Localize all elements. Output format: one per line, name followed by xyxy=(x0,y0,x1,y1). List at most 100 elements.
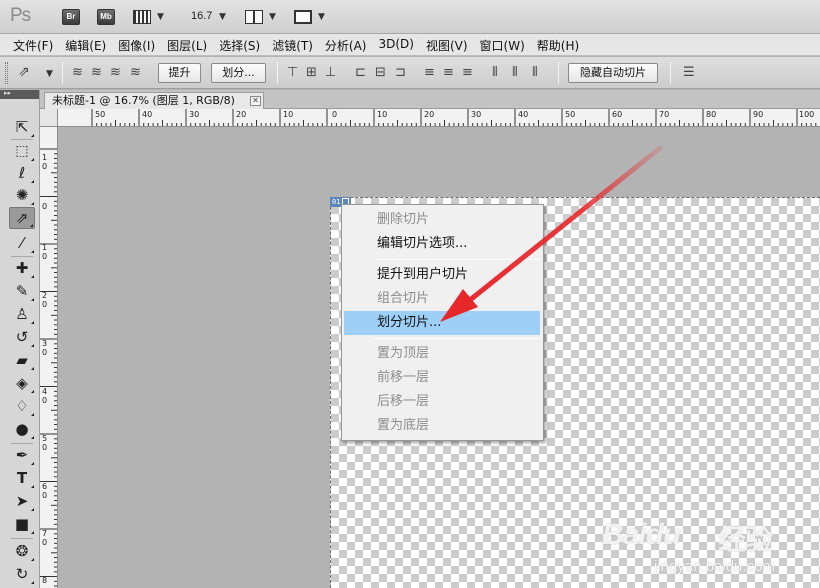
marquee-tool-icon[interactable]: ⬚ xyxy=(9,140,35,162)
align-top-icon[interactable]: ⊤ xyxy=(287,65,298,80)
menu-bring-forward[interactable]: 前移一层 xyxy=(342,366,543,390)
align-hcenter-icon[interactable]: ⊟ xyxy=(375,65,386,80)
distribute-vcenter-icon[interactable]: ≡ xyxy=(443,65,454,80)
menu-send-backward[interactable]: 后移一层 xyxy=(342,390,543,414)
tool-preset-dropdown-icon[interactable]: ▼ xyxy=(46,69,53,79)
menu-bring-to-front[interactable]: 置为顶层 xyxy=(342,342,543,366)
menu-divide-slice[interactable]: 划分切片... xyxy=(344,311,540,335)
slice-select-tool-icon[interactable]: ⇗ xyxy=(9,207,35,229)
bring-forward-icon[interactable]: ≋ xyxy=(91,65,102,80)
zoom-dropdown-icon[interactable]: ▼ xyxy=(219,12,226,22)
menu-file[interactable]: 文件(F) xyxy=(7,34,59,55)
align-left-icon[interactable]: ⊏ xyxy=(355,65,366,80)
horizontal-ruler[interactable]: 50 40 30 20 10 0 10 20 30 40 50 60 70 80… xyxy=(58,109,820,127)
align-right-icon[interactable]: ⊐ xyxy=(395,65,406,80)
3d-rotate-tool-icon[interactable]: ❂ xyxy=(9,540,35,562)
ruler-label: 10 xyxy=(377,110,388,119)
ruler-label: 1 0 xyxy=(42,153,48,171)
menu-edit-slice-options[interactable]: 编辑切片选项... xyxy=(342,232,543,256)
options-bar-grip[interactable] xyxy=(5,62,8,84)
pen-tool-icon[interactable]: ✒ xyxy=(9,444,35,466)
distribute-hcenter-icon[interactable]: ⦀ xyxy=(512,65,518,80)
quick-selection-tool-icon[interactable]: ✺ xyxy=(9,184,35,206)
menu-help[interactable]: 帮助(H) xyxy=(531,34,585,55)
send-backward-icon[interactable]: ≋ xyxy=(110,65,121,80)
slice-select-tool-icon[interactable]: ⇗ xyxy=(18,64,30,80)
slice-options-icon[interactable]: ☰ xyxy=(683,65,695,80)
divider xyxy=(62,62,63,84)
eyedropper-tool-icon[interactable]: ⁄ xyxy=(9,232,35,254)
toolbox: ▸▸ ⇱ ⬚ ℓ ✺ ⇗ ⁄ ✚ ✎ ♙ ↺ ▰ ◈ ♢ ● ✒ T ➤ ■ ❂… xyxy=(0,89,40,588)
menu-window[interactable]: 窗口(W) xyxy=(474,34,531,55)
mini-bridge-button[interactable]: Mb xyxy=(97,9,115,25)
menu-select[interactable]: 选择(S) xyxy=(213,34,266,55)
paint-bucket-tool-icon[interactable]: ◈ xyxy=(9,372,35,394)
watermark-url: jingyan.baidu.com xyxy=(654,558,775,575)
screen-mode-dropdown-icon[interactable]: ▼ xyxy=(318,12,325,22)
ruler-label: 90 xyxy=(753,110,764,119)
zoom-level[interactable]: 16.7 xyxy=(191,10,212,22)
align-vcenter-icon[interactable]: ⊞ xyxy=(306,65,317,80)
lasso-tool-icon[interactable]: ℓ xyxy=(9,162,35,184)
promote-button[interactable]: 提升 xyxy=(158,63,201,83)
dodge-tool-icon[interactable]: ● xyxy=(9,418,35,440)
ruler-label: 5 0 xyxy=(42,434,48,452)
collapse-icon[interactable]: ▸▸ xyxy=(4,89,11,97)
clone-stamp-tool-icon[interactable]: ♙ xyxy=(9,303,35,325)
divider xyxy=(11,538,33,539)
document-title: 未标题-1 @ 16.7% (图层 1, RGB/8) xyxy=(52,94,235,107)
close-tab-icon[interactable]: ✕ xyxy=(250,96,261,106)
align-bottom-icon[interactable]: ⊥ xyxy=(325,65,336,80)
hide-auto-slices-button[interactable]: 隐藏自动切片 xyxy=(568,63,658,83)
menu-send-to-back[interactable]: 置为底层 xyxy=(342,414,543,438)
distribute-right-icon[interactable]: ⦀ xyxy=(532,65,538,80)
menu-combine-slices[interactable]: 组合切片 xyxy=(342,287,543,311)
rectangle-tool-icon[interactable]: ■ xyxy=(9,513,35,535)
ruler-label: 0 xyxy=(332,110,338,119)
menu-analysis[interactable]: 分析(A) xyxy=(319,34,373,55)
watermark-brand: Baidu xyxy=(602,518,681,551)
send-to-back-icon[interactable]: ≋ xyxy=(130,65,141,80)
menu-image[interactable]: 图像(I) xyxy=(112,34,161,55)
path-selection-tool-icon[interactable]: ➤ xyxy=(9,490,35,512)
type-tool-icon[interactable]: T xyxy=(9,467,35,489)
document-tab-strip: 未标题-1 @ 16.7% (图层 1, RGB/8) ✕ xyxy=(40,90,820,109)
ruler-label: 30 xyxy=(189,110,200,119)
ruler-origin[interactable] xyxy=(40,109,58,127)
watermark-brand-cn: 经验 xyxy=(718,524,773,555)
menu-filter[interactable]: 滤镜(T) xyxy=(266,34,319,55)
divide-button[interactable]: 划分... xyxy=(211,63,266,83)
distribute-top-icon[interactable]: ≡ xyxy=(424,65,435,80)
move-tool-icon[interactable]: ⇱ xyxy=(9,116,35,138)
screen-mode-icon[interactable] xyxy=(294,10,312,24)
ruler-label: 60 xyxy=(612,110,623,119)
toolbox-header[interactable]: ▸▸ xyxy=(0,89,39,99)
eraser-tool-icon[interactable]: ▰ xyxy=(9,349,35,371)
arrange-dropdown-icon[interactable]: ▼ xyxy=(269,12,276,22)
history-brush-tool-icon[interactable]: ↺ xyxy=(9,326,35,348)
menu-promote-to-user-slice[interactable]: 提升到用户切片 xyxy=(342,263,543,287)
menu-delete-slice[interactable]: 删除切片 xyxy=(342,208,543,232)
document-tab[interactable]: 未标题-1 @ 16.7% (图层 1, RGB/8) ✕ xyxy=(44,92,264,109)
brush-tool-icon[interactable]: ✎ xyxy=(9,280,35,302)
ruler-label: 3 0 xyxy=(42,339,48,357)
blur-tool-icon[interactable]: ♢ xyxy=(9,395,35,417)
view-extras-dropdown-icon[interactable]: ▼ xyxy=(157,12,164,22)
distribute-left-icon[interactable]: ⦀ xyxy=(492,65,498,80)
photoshop-logo: Ps xyxy=(10,5,31,26)
menu-view[interactable]: 视图(V) xyxy=(420,34,474,55)
ruler-label: 30 xyxy=(471,110,482,119)
menu-layer[interactable]: 图层(L) xyxy=(161,34,213,55)
healing-brush-tool-icon[interactable]: ✚ xyxy=(9,257,35,279)
ruler-label: 100 xyxy=(799,110,815,119)
menu-edit[interactable]: 编辑(E) xyxy=(59,34,112,55)
ruler-label: 8 xyxy=(42,576,48,585)
distribute-bottom-icon[interactable]: ≡ xyxy=(462,65,473,80)
3d-orbit-tool-icon[interactable]: ↻ xyxy=(9,563,35,585)
bridge-button[interactable]: Br xyxy=(62,9,80,25)
vertical-ruler[interactable]: 1 0 0 1 0 2 0 3 0 4 0 5 0 6 0 7 0 8 xyxy=(40,127,58,588)
bring-to-front-icon[interactable]: ≋ xyxy=(72,65,83,80)
view-extras-icon[interactable] xyxy=(133,10,151,24)
menu-3d[interactable]: 3D(D) xyxy=(372,34,419,55)
arrange-documents-icon[interactable] xyxy=(245,10,263,24)
